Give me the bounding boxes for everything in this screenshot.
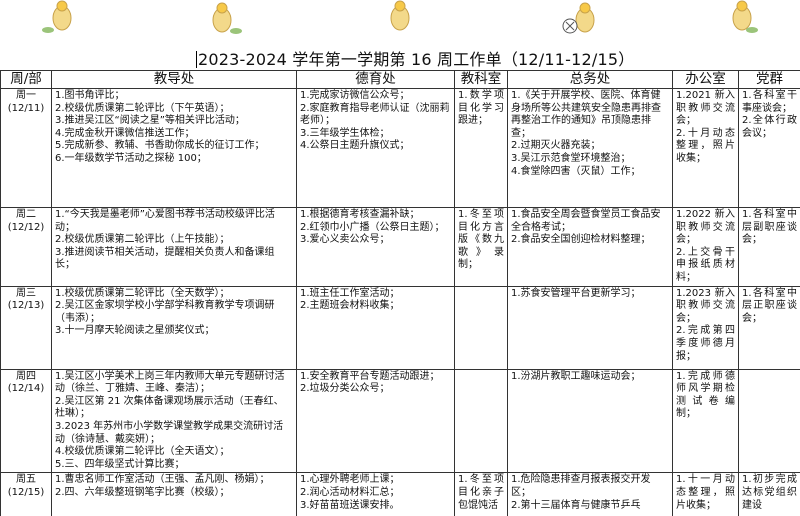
week-cell: 周五 (12/15) (0, 472, 52, 516)
col-header-jiaoke: 教科室 (454, 70, 508, 89)
jiaoke-cell (454, 285, 508, 370)
jiaoke-cell: 1.冬至项目化方言版《数九歌》录制； (454, 207, 508, 287)
col-header-deyu: 德育处 (296, 70, 455, 89)
bangong-cell: 1.2021 新入职教师交流会； 2.十月动态整理，照片收集； (672, 88, 739, 208)
table-row: 周一 (12/11) 1.图书角评比； 2.校级优质课第二轮评比（下午英语）； 3.推… (0, 88, 800, 208)
dangqun-cell: 1.各科室中层正职座谈会； (738, 285, 800, 370)
zongwu-cell: 1.危险隐患排查月报表报交开发区； 2.第十三届体育与健康节乒乓 (507, 472, 673, 516)
jiaoke-cell (454, 368, 508, 474)
deyu-cell: 1.完成家访微信公众号； 2.家庭教育指导老师认证（沈丽莉老师）； 3.三年级学生体… (296, 88, 455, 208)
table-row: 周三 (12/13) 1.校级优质课第二轮评比（全天数学）； 2.吴江区金家坝学校小… (0, 285, 800, 370)
deyu-cell: 1.安全教育平台专题活动跟进； 2.垃圾分类公众号； (296, 368, 455, 474)
week-cell: 周一 (12/11) (0, 88, 52, 208)
col-header-jiaodao: 教导处 (51, 70, 297, 89)
col-header-week: 周/部 (0, 70, 52, 89)
header-row: 周/部 教导处 德育处 教科室 总务处 办公室 党群 (0, 70, 800, 89)
jiaodao-cell: 1.“今天我是墨老师”心爱图书荐书活动校级评比活动； 2.校级优质课第二轮评比（上… (51, 207, 297, 287)
dangqun-cell: 1.各科室中层副职座谈会； (738, 207, 800, 287)
deyu-cell: 1.根据德育考核查漏补缺； 2.红领巾小广播（公祭日主题）； 3.爱心义卖公众号； (296, 207, 455, 287)
zongwu-cell: 1.食品安全周会暨食堂员工食品安全合格考试； 2.食品安全国创迎检材料整理； (507, 207, 673, 287)
bangong-cell: 1.完成师德师风学期检测试卷编制； (672, 368, 739, 474)
jiaodao-cell: 1.校级优质课第二轮评比（全天数学）； 2.吴江区金家坝学校小学部学科教育教学专项… (51, 285, 297, 370)
col-header-zongwu: 总务处 (507, 70, 673, 89)
dangqun-cell: 1.各科室干事座谈会； 2.全体行政会议； (738, 88, 800, 208)
jiaoke-cell: 1.数学项目化学习跟进； (454, 88, 508, 208)
jiaoke-cell: 1.冬至项目化亲子包馄饨活 (454, 472, 508, 516)
zongwu-cell: 1.《关于开展学校、医院、体育健身场所等公共建筑安全隐患再排查 再整治工作的通知… (507, 88, 673, 208)
zongwu-cell: 1.苏食安管理平台更新学习； (507, 285, 673, 370)
deyu-cell: 1.心理外聘老师上课； 2.润心活动材料汇总； 3.好苗苗班送课安排。 (296, 472, 455, 516)
weekly-schedule-table: 周/部 教导处 德育处 教科室 总务处 办公室 党群 周一 (12/11) 1.图… (0, 70, 800, 516)
week-cell: 周三 (12/13) (0, 285, 52, 370)
table-row: 周二 (12/12) 1.“今天我是墨老师”心爱图书荐书活动校级评比活动； 2.校级… (0, 207, 800, 287)
dangqun-cell: 1.初步完成达标党组织建设 (738, 472, 800, 516)
bangong-cell: 1.2022 新入职教师交流会； 2.上交骨干申报纸质材料； (672, 207, 739, 287)
week-cell: 周二 (12/12) (0, 207, 52, 287)
dangqun-cell (738, 368, 800, 474)
jiaodao-cell: 1.图书角评比； 2.校级优质课第二轮评比（下午英语）； 3.推进吴江区“阅读之星”… (51, 88, 297, 208)
week-cell: 周四 (12/14) (0, 368, 52, 474)
col-header-bangong: 办公室 (672, 70, 739, 89)
col-header-dangqun: 党群 (738, 70, 800, 89)
table-row: 周四 (12/14) 1.吴江区小学美术上岗三年内教师大单元专题研讨活动（徐兰、丁… (0, 368, 800, 474)
jiaodao-cell: 1.曹忠名师工作室活动（王强、孟凡刚、杨娟）； 2.四、六年级整班钢笔字比赛（校级… (51, 472, 297, 516)
deyu-cell: 1.班主任工作室活动； 2.主题班会材料收集； (296, 285, 455, 370)
page-title: 2023-2024 学年第一学期第 16 周工作单（12/11-12/15） (196, 50, 635, 69)
document-page: 2023-2024 学年第一学期第 16 周工作单（12/11-12/15） 周… (0, 0, 800, 516)
jiaodao-cell: 1.吴江区小学美术上岗三年内教师大单元专题研讨活动（徐兰、丁雅婧、王峰、秦洁）；… (51, 368, 297, 474)
bangong-cell: 1.十一月动态整理，照片收集； (672, 472, 739, 516)
zongwu-cell: 1.汾湖片教职工趣味运动会； (507, 368, 673, 474)
bangong-cell: 1.2023 新入职教师交流会； 2.完成第四季度师德月报； (672, 285, 739, 370)
mascot-header-strip (42, 0, 758, 34)
table-row: 周五 (12/15) 1.曹忠名师工作室活动（王强、孟凡刚、杨娟）； 2.四、六年级… (0, 472, 800, 516)
text-cursor (196, 51, 197, 68)
mascot-icon (52, 0, 752, 33)
